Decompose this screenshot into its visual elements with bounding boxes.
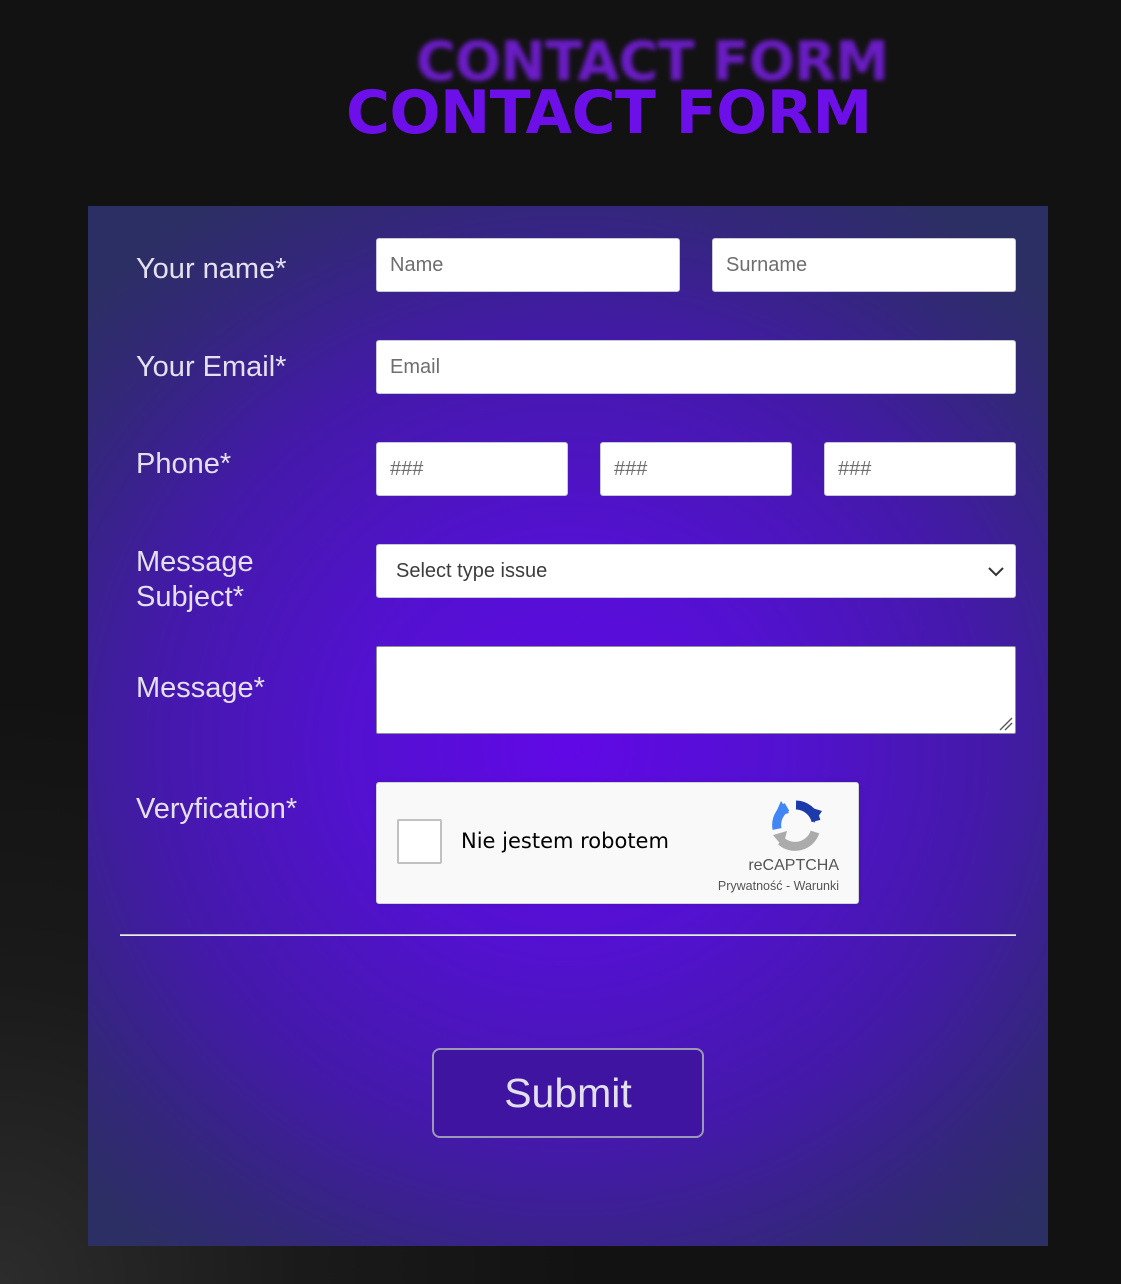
- recaptcha-privacy-terms-links[interactable]: Prywatność - Warunki: [718, 879, 839, 893]
- email-label: Your Email*: [136, 351, 287, 383]
- contact-form-panel: Your name* Your Email* Phone* Message Su…: [88, 206, 1048, 1246]
- message-textarea[interactable]: [376, 646, 1016, 734]
- resize-handle-icon[interactable]: [999, 717, 1013, 731]
- subject-label: Message Subject*: [136, 546, 254, 613]
- phone-label: Phone*: [136, 448, 232, 480]
- form-divider: [120, 934, 1016, 936]
- phone-part-2-input[interactable]: [600, 442, 792, 496]
- phone-part-1-input[interactable]: [376, 442, 568, 496]
- recaptcha-logo-icon: [772, 800, 822, 851]
- verification-label: Veryfication*: [136, 793, 298, 825]
- recaptcha-label: Nie jestem robotem: [461, 829, 669, 853]
- recaptcha-brand: reCAPTCHA: [748, 857, 839, 874]
- surname-input[interactable]: [712, 238, 1016, 292]
- page-header: CONTACT FORM CONTACT FORM: [0, 0, 1121, 160]
- subject-select-value: Select type issue: [396, 560, 548, 582]
- phone-part-3-input[interactable]: [824, 442, 1016, 496]
- page-title: CONTACT FORM: [346, 78, 872, 148]
- recaptcha-checkbox[interactable]: [397, 819, 442, 864]
- subject-select[interactable]: Select type issue: [376, 544, 1016, 598]
- recaptcha-widget: Nie jestem robotem reCAPTCHA Prywatność …: [376, 782, 859, 904]
- submit-button[interactable]: Submit: [432, 1048, 704, 1138]
- name-label: Your name*: [136, 253, 287, 285]
- chevron-down-icon: [988, 567, 1004, 577]
- email-input[interactable]: [376, 340, 1016, 394]
- message-label: Message*: [136, 672, 265, 704]
- first-name-input[interactable]: [376, 238, 680, 292]
